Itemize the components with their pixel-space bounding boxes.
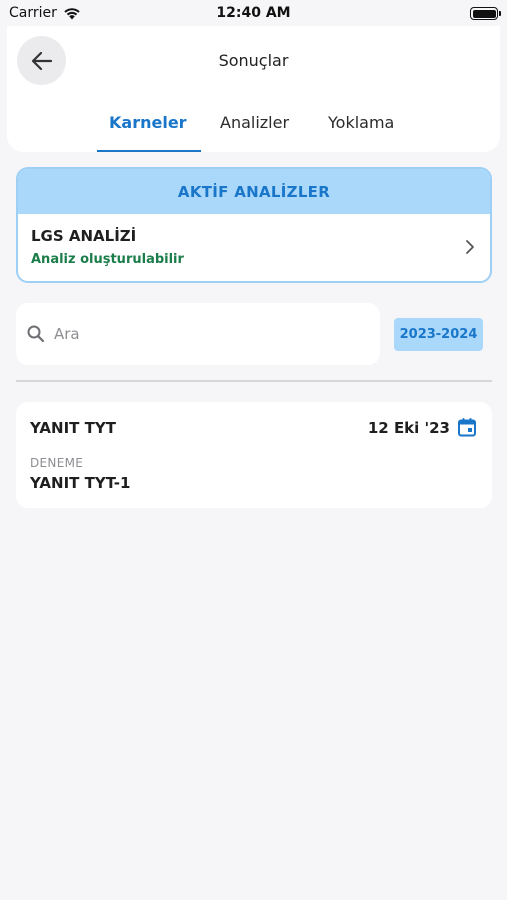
search-icon [27, 325, 45, 343]
page-title: Sonuçlar [218, 51, 289, 70]
tab-yoklama[interactable]: Yoklama [328, 113, 394, 132]
tab-karneler[interactable]: Karneler [109, 113, 187, 132]
chevron-right-icon [466, 240, 474, 254]
result-card[interactable]: YANIT TYT 12 Eki '23 DENEME YANIT TYT-1 [16, 402, 492, 508]
active-analyses-heading: AKTİF ANALİZLER [18, 169, 490, 214]
result-date: 12 Eki '23 [367, 419, 450, 437]
year-filter-chip[interactable]: 2023-2024 [394, 318, 483, 351]
tab-analizler[interactable]: Analizler [220, 113, 289, 132]
battery-icon [470, 7, 501, 20]
search-box[interactable] [16, 303, 380, 365]
active-tab-indicator [97, 150, 201, 152]
analysis-item[interactable]: LGS ANALİZİ Analiz oluşturulabilir [18, 214, 490, 281]
result-type: DENEME [30, 456, 84, 470]
calendar-icon [458, 418, 476, 437]
tab-bar: Karneler Analizler Yoklama [7, 106, 500, 152]
analysis-status: Analiz oluşturulabilir [31, 252, 184, 267]
active-analyses-card: AKTİF ANALİZLER LGS ANALİZİ Analiz oluşt… [16, 167, 492, 283]
status-bar: Carrier 12:40 AM [0, 0, 507, 28]
analysis-title: LGS ANALİZİ [31, 227, 137, 245]
divider [16, 380, 492, 382]
status-time: 12:40 AM [216, 5, 291, 21]
header-card: Sonuçlar Karneler Analizler Yoklama [7, 26, 500, 152]
result-name: YANIT TYT-1 [30, 474, 131, 492]
result-title: YANIT TYT [30, 419, 116, 437]
search-input[interactable] [54, 321, 354, 347]
